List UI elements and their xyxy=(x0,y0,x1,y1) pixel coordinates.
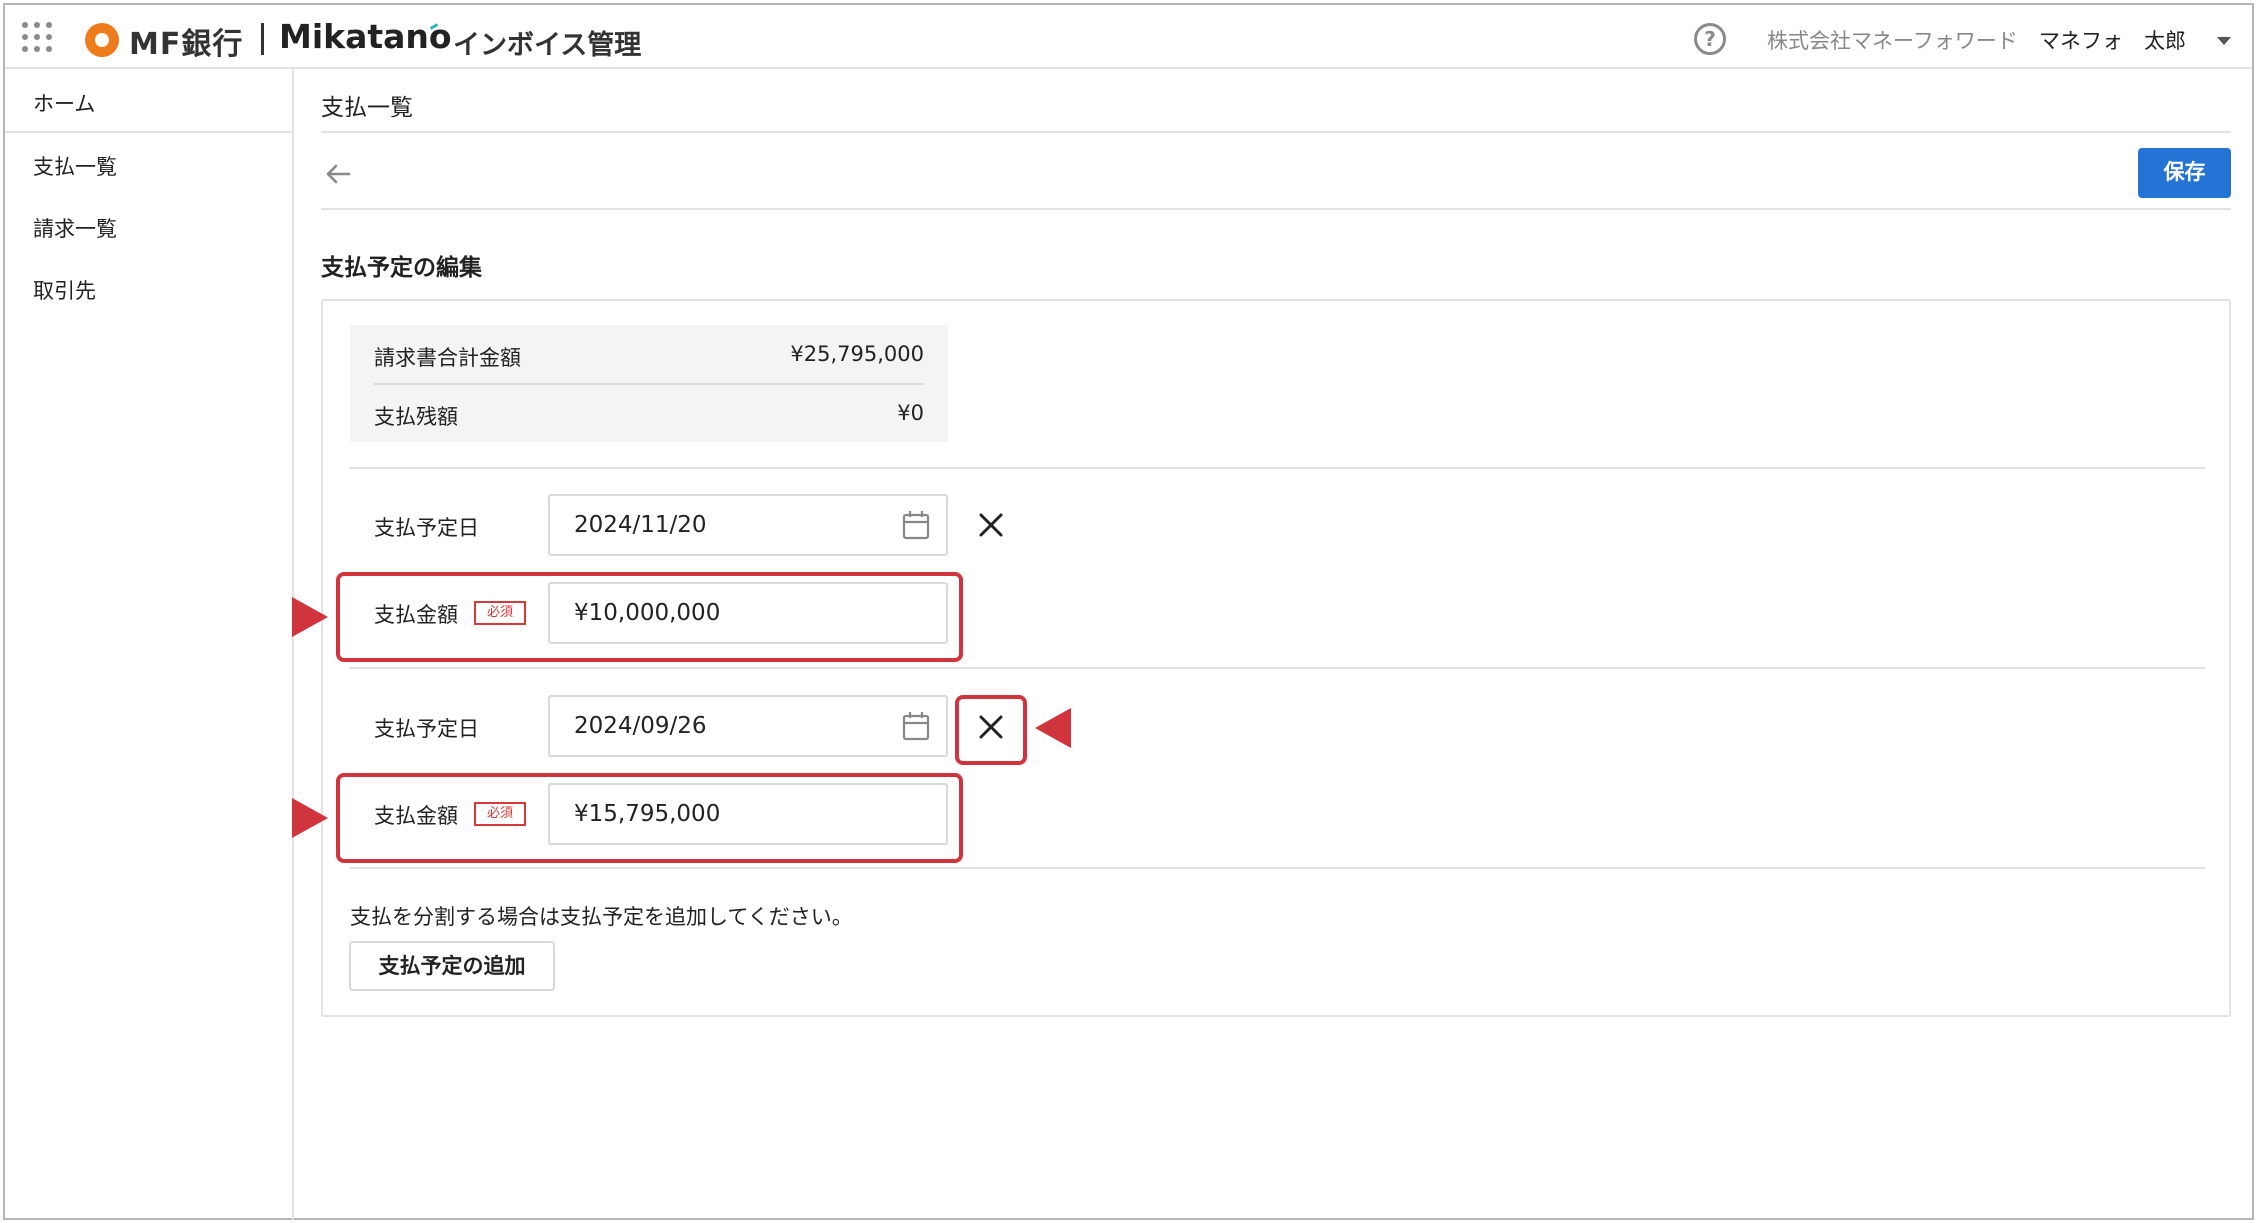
divider xyxy=(349,467,2205,469)
annotation-highlight-delete xyxy=(955,695,1027,765)
schedule-2-date-input[interactable]: 2024/09/26 xyxy=(548,695,948,757)
schedule-1-date-value: 2024/11/20 xyxy=(574,512,707,538)
annotation-highlight-amount-2 xyxy=(336,773,963,863)
back-arrow-icon[interactable] xyxy=(323,159,353,189)
summary-panel: 請求書合計金額 ¥25,795,000 支払残額 ¥0 xyxy=(350,325,948,442)
close-icon[interactable] xyxy=(973,507,1009,543)
annotation-arrow-left-icon xyxy=(1035,708,1071,748)
remaining-row: 支払残額 ¥0 xyxy=(374,401,924,431)
sidebar-item-payments[interactable]: 支払一覧 xyxy=(33,151,117,181)
user-menu[interactable]: マネフォ 太郎 xyxy=(2039,25,2186,55)
schedule-2-date-label: 支払予定日 xyxy=(374,717,479,741)
sidebar-divider xyxy=(5,131,292,133)
brand-product-suffix: インボイス管理 xyxy=(453,30,642,61)
section-title: 支払予定の編集 xyxy=(321,255,482,281)
total-value: ¥25,795,000 xyxy=(790,342,924,366)
schedule-2-date-value: 2024/09/26 xyxy=(574,713,707,739)
breadcrumb: 支払一覧 xyxy=(321,95,413,121)
annotation-arrow-right-icon xyxy=(292,798,328,838)
company-name: 株式会社マネーフォワード xyxy=(1767,29,2018,53)
app-window: MF銀行 Mikatano インボイス管理 ? 株式会社マネーフォワード マネフ… xyxy=(3,3,2254,1220)
annotation-arrow-right-icon xyxy=(292,597,328,637)
split-hint-text: 支払を分割する場合は支払予定を追加してください。 xyxy=(350,905,853,929)
divider xyxy=(321,131,2231,133)
remaining-value: ¥0 xyxy=(897,401,924,425)
sidebar-item-home[interactable]: ホーム xyxy=(33,88,95,118)
chevron-down-icon[interactable] xyxy=(2217,37,2231,45)
help-icon[interactable]: ? xyxy=(1694,23,1726,55)
total-row: 請求書合計金額 ¥25,795,000 xyxy=(374,342,924,372)
total-label: 請求書合計金額 xyxy=(374,346,521,370)
divider xyxy=(321,208,2231,210)
save-button[interactable]: 保存 xyxy=(2138,148,2231,198)
calendar-icon[interactable] xyxy=(902,510,930,540)
mf-logo-icon xyxy=(85,23,119,57)
sidebar-item-partners[interactable]: 取引先 xyxy=(33,275,96,305)
brand-separator xyxy=(261,23,264,55)
annotation-highlight-amount-1 xyxy=(336,572,963,662)
add-schedule-button[interactable]: 支払予定の追加 xyxy=(349,941,555,991)
sidebar-item-invoices[interactable]: 請求一覧 xyxy=(33,213,117,243)
brand-product-name: Mikatano xyxy=(279,17,452,56)
sidebar: ホーム 支払一覧 請求一覧 取引先 xyxy=(5,69,294,1220)
divider xyxy=(349,867,2205,869)
summary-divider xyxy=(374,383,924,385)
remaining-label: 支払残額 xyxy=(374,405,458,429)
top-header: MF銀行 Mikatano インボイス管理 ? 株式会社マネーフォワード マネフ… xyxy=(5,5,2252,69)
calendar-icon[interactable] xyxy=(902,711,930,741)
divider xyxy=(349,667,2205,669)
brand-bank-name: MF銀行 xyxy=(129,27,244,62)
schedule-1-date-input[interactable]: 2024/11/20 xyxy=(548,494,948,556)
schedule-1-date-label: 支払予定日 xyxy=(374,516,479,540)
app-grid-icon[interactable] xyxy=(22,22,52,52)
